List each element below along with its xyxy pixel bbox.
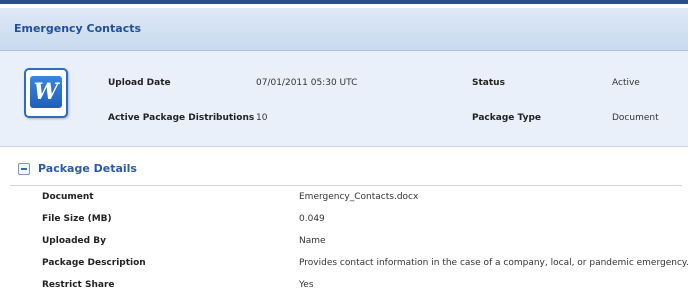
detail-label: File Size (MB)	[42, 214, 112, 224]
section-divider	[10, 185, 682, 186]
upload-date-value: 07/01/2011 05:30 UTC	[256, 78, 358, 88]
package-type-label: Package Type	[472, 113, 541, 123]
package-type-value: Document	[612, 113, 659, 123]
status-value: Active	[612, 78, 640, 88]
detail-value: Emergency_Contacts.docx	[299, 192, 419, 202]
panel-title-bar: Emergency Contacts	[0, 8, 688, 51]
word-document-icon: W	[24, 68, 68, 118]
detail-row-restrict-share: Restrict Share Yes	[0, 276, 688, 298]
detail-label: Restrict Share	[42, 280, 115, 290]
collapse-icon[interactable]	[18, 163, 30, 175]
status-label: Status	[472, 78, 505, 88]
panel-title: Emergency Contacts	[14, 22, 142, 35]
detail-label: Package Description	[42, 258, 146, 268]
active-distributions-label: Active Package Distributions	[108, 113, 255, 123]
detail-value: Name	[299, 236, 326, 246]
detail-value: Provides contact information in the case…	[299, 258, 688, 268]
detail-label: Uploaded By	[42, 236, 106, 246]
detail-row-uploaded-by: Uploaded By Name	[0, 232, 688, 254]
detail-value: Yes	[299, 280, 314, 290]
package-details-title[interactable]: Package Details	[38, 162, 137, 175]
upload-date-label: Upload Date	[108, 78, 171, 88]
detail-row-document: Document Emergency_Contacts.docx	[0, 188, 688, 210]
detail-label: Document	[42, 192, 94, 202]
detail-row-file-size: File Size (MB) 0.049	[0, 210, 688, 232]
active-distributions-value: 10	[256, 113, 268, 123]
package-details-header[interactable]: Package Details	[0, 154, 688, 184]
package-summary: W Upload Date 07/01/2011 05:30 UTC Statu…	[0, 51, 688, 147]
word-icon-glyph: W	[30, 76, 62, 108]
package-panel: Emergency Contacts W Upload Date 07/01/2…	[0, 0, 688, 305]
detail-value: 0.049	[299, 214, 325, 224]
detail-row-description: Package Description Provides contact inf…	[0, 254, 688, 276]
